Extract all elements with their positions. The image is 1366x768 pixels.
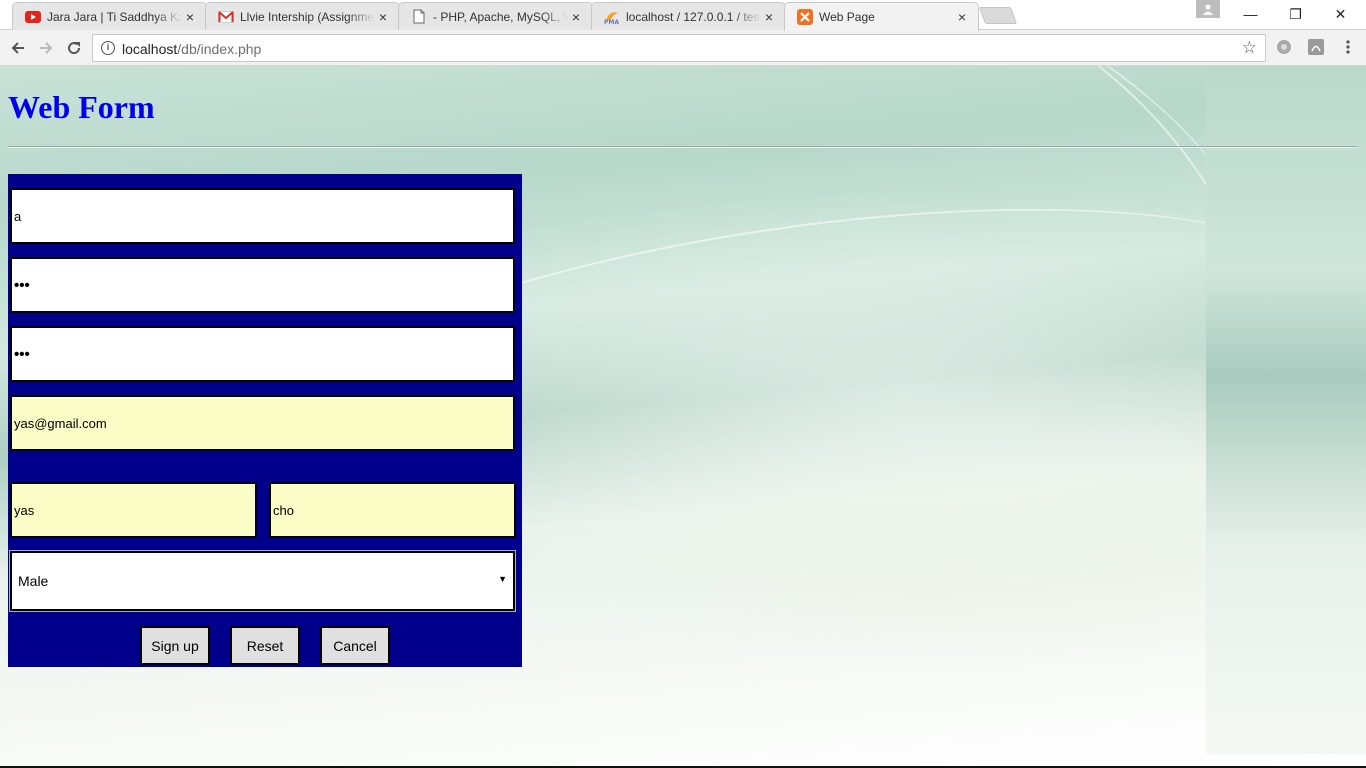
- phpmyadmin-icon: PMA: [604, 9, 620, 25]
- info-icon[interactable]: i: [101, 41, 115, 55]
- horizontal-rule: [8, 146, 1358, 148]
- arrow-right-icon: [40, 42, 53, 54]
- first-name-input[interactable]: yas: [10, 482, 257, 538]
- url-path: /db/index.php: [177, 41, 262, 57]
- dropdown-arrow-icon: ▼: [498, 574, 507, 584]
- email-input[interactable]: yas@gmail.com: [10, 395, 515, 451]
- svg-text:PMA: PMA: [604, 19, 619, 24]
- close-icon[interactable]: ×: [375, 9, 391, 25]
- close-icon[interactable]: ×: [954, 9, 970, 25]
- tab-title: localhost / 127.0.0.1 / tes: [626, 9, 760, 24]
- tab-title: Web Page: [819, 10, 875, 24]
- tab-title: Llvie Intership (Assignme: [240, 9, 375, 24]
- restore-button[interactable]: ❐: [1273, 0, 1318, 28]
- url-text: localhost/db/index.php: [122, 41, 261, 57]
- address-bar[interactable]: i localhost/db/index.php ☆: [92, 34, 1266, 62]
- tab-phpmyadmin[interactable]: PMA localhost / 127.0.0.1 / tes ×: [591, 2, 786, 30]
- tab-php-apache[interactable]: - PHP, Apache, MySQL, W ×: [398, 2, 593, 30]
- youtube-icon: [25, 9, 41, 25]
- minimize-button[interactable]: —: [1228, 0, 1273, 28]
- tab-strip: Jara Jara | Ti Saddhya Kay × Llvie Inter…: [0, 0, 1366, 31]
- tab-gmail[interactable]: Llvie Intership (Assignme ×: [205, 2, 400, 30]
- tab-title: - PHP, Apache, MySQL, W: [433, 9, 568, 24]
- page-title: Web Form: [8, 89, 155, 125]
- signup-form: a ••• ••• yas@gmail.com yas cho Male ▼ S…: [8, 174, 522, 667]
- close-icon[interactable]: ×: [182, 9, 198, 25]
- close-icon[interactable]: ×: [568, 9, 584, 25]
- tab-youtube[interactable]: Jara Jara | Ti Saddhya Kay ×: [12, 2, 207, 30]
- extension-icon[interactable]: [1275, 38, 1293, 56]
- new-tab-button[interactable]: [978, 7, 1018, 24]
- forward-button[interactable]: [34, 36, 58, 60]
- cancel-button[interactable]: Cancel: [320, 626, 390, 665]
- reset-button[interactable]: Reset: [230, 626, 300, 665]
- reload-button[interactable]: [62, 36, 86, 60]
- close-icon[interactable]: ×: [761, 9, 777, 25]
- menu-icon[interactable]: [1339, 38, 1357, 56]
- signup-button[interactable]: Sign up: [140, 626, 210, 665]
- back-button[interactable]: [6, 36, 30, 60]
- background-right-strip: [1206, 66, 1366, 754]
- arrow-left-icon: [11, 42, 24, 54]
- person-icon: [1203, 4, 1213, 15]
- confirm-password-input[interactable]: •••: [10, 326, 515, 382]
- browser-toolbar: i localhost/db/index.php ☆: [0, 30, 1366, 66]
- gender-select[interactable]: Male ▼: [9, 550, 516, 612]
- close-window-button[interactable]: ✕: [1318, 0, 1363, 28]
- xampp-icon: [797, 9, 813, 25]
- reload-icon: [68, 42, 81, 55]
- gmail-icon: [218, 9, 234, 25]
- last-name-input[interactable]: cho: [269, 482, 516, 538]
- profile-button[interactable]: [1196, 0, 1220, 18]
- gender-selected-value: Male: [18, 573, 49, 589]
- pdf-extension-icon[interactable]: [1307, 38, 1325, 56]
- url-host: localhost: [122, 41, 178, 57]
- page-icon: [411, 9, 427, 25]
- password-input[interactable]: •••: [10, 257, 515, 313]
- bookmark-star-icon[interactable]: ☆: [1242, 38, 1257, 58]
- username-input[interactable]: a: [10, 188, 515, 244]
- tab-title: Jara Jara | Ti Saddhya Kay: [47, 9, 182, 24]
- tab-web-page[interactable]: Web Page ×: [784, 2, 979, 31]
- page-viewport: Web Form a ••• ••• yas@gmail.com yas cho…: [0, 66, 1366, 766]
